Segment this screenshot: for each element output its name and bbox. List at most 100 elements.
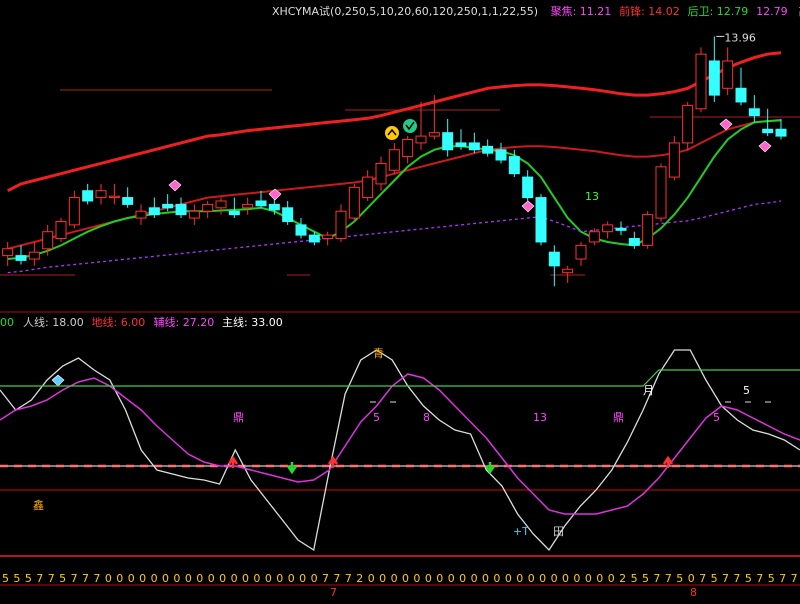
candle[interactable] <box>295 218 307 239</box>
candle-body <box>708 60 720 96</box>
candle[interactable] <box>775 119 787 140</box>
candle[interactable] <box>695 47 707 113</box>
candle[interactable] <box>82 183 94 205</box>
candle[interactable] <box>415 101 427 150</box>
candle-body <box>775 128 787 137</box>
candle[interactable] <box>175 197 187 219</box>
candle-body <box>108 195 120 199</box>
candle[interactable] <box>95 183 107 205</box>
candle-body <box>468 142 480 151</box>
candle-body <box>55 220 67 240</box>
indicator-label: 5 <box>713 411 720 424</box>
candle[interactable] <box>28 241 40 266</box>
bottom-digit: 5 <box>642 572 649 585</box>
bottom-digit: 7 <box>82 572 89 585</box>
candle[interactable] <box>15 245 27 265</box>
candle-body <box>442 132 454 151</box>
bottom-digit: 2 <box>356 572 363 585</box>
candle[interactable] <box>122 187 134 208</box>
candle[interactable] <box>535 194 547 246</box>
candle[interactable] <box>68 190 80 229</box>
candle[interactable] <box>335 204 347 242</box>
candle[interactable] <box>375 156 387 191</box>
bottom-digit: 0 <box>436 572 443 585</box>
candle[interactable] <box>735 67 747 106</box>
candle[interactable] <box>562 265 574 283</box>
candle[interactable] <box>442 119 454 157</box>
candle[interactable] <box>575 241 587 266</box>
candle-body <box>255 200 267 207</box>
bottom-digit: 0 <box>608 572 615 585</box>
candle[interactable] <box>108 183 120 205</box>
candle[interactable] <box>322 231 334 246</box>
diamond-icon <box>521 200 535 213</box>
bottom-digit: 0 <box>539 572 546 585</box>
candle[interactable] <box>655 163 667 222</box>
candle[interactable] <box>55 218 67 242</box>
candle[interactable] <box>708 36 720 102</box>
chart-window: 13.96 13 青鼎 5 8 13 月 5 鼎 5 鑫 +T 田 XHCYMA试(0,250,5,1… <box>0 0 800 600</box>
indicator-label: 鼎 <box>613 411 624 424</box>
candle[interactable] <box>482 139 494 157</box>
bottom-digit: 0 <box>265 572 272 585</box>
candle-body <box>375 162 387 185</box>
candle[interactable] <box>228 197 240 219</box>
candle[interactable] <box>615 221 627 236</box>
candle[interactable] <box>522 170 534 201</box>
candle[interactable] <box>202 200 214 219</box>
header-field: 聚焦: 11.21 <box>551 5 612 18</box>
candle-body <box>735 87 747 103</box>
indicator-label: +T <box>513 525 529 538</box>
candle[interactable] <box>2 241 14 266</box>
candle[interactable] <box>242 197 254 215</box>
candle[interactable] <box>682 101 694 150</box>
bottom-digit: 0 <box>151 572 158 585</box>
candle[interactable] <box>388 142 400 174</box>
headers: XHCYMA试(0,250,5,10,20,60,120,250,1,1,22,… <box>0 4 800 599</box>
candle-body <box>482 145 494 154</box>
indicator-label: 5 <box>743 384 750 397</box>
chart-canvas[interactable]: 13.9613 青鼎 5 8 13月 5鼎 5鑫+T 田 XHCYMA试(0,250,5,1… <box>0 0 800 600</box>
candle[interactable] <box>722 47 734 96</box>
candle[interactable] <box>495 142 507 164</box>
candle[interactable] <box>348 183 360 222</box>
bottom-digit: 5 <box>631 572 638 585</box>
candle-body <box>135 210 147 219</box>
candle[interactable] <box>362 170 374 201</box>
candle[interactable] <box>602 221 614 239</box>
bottom-digit: 7 <box>333 572 340 585</box>
bottom-digit: 5 <box>2 572 9 585</box>
candle-body <box>722 60 734 89</box>
candle[interactable] <box>628 231 640 249</box>
candle-body <box>535 197 547 243</box>
candle-body <box>148 207 160 216</box>
bottom-digit: 0 <box>505 572 512 585</box>
bottom-digit: 5 <box>745 572 752 585</box>
candle[interactable] <box>455 129 467 150</box>
candle[interactable] <box>282 200 294 225</box>
bottom-digit: 7 <box>48 572 55 585</box>
candle[interactable] <box>402 136 414 164</box>
header-field: 主线: 33.00 <box>222 315 283 329</box>
candle-body <box>548 251 560 267</box>
candle[interactable] <box>468 132 480 154</box>
indicator-label: 13 <box>533 411 547 424</box>
price-panel: 13.96 13 <box>0 31 800 287</box>
header-field: 辅线: 27.20 <box>154 315 215 329</box>
header-field: 地线: 6.00 <box>92 315 146 329</box>
up-circle-icon <box>385 126 399 140</box>
candle[interactable] <box>188 204 200 225</box>
bottom-digit: 0 <box>585 572 592 585</box>
candle[interactable] <box>642 211 654 249</box>
candle[interactable] <box>135 204 147 225</box>
bottom-digit: 7 <box>779 572 786 585</box>
candle-body <box>348 186 360 219</box>
candle[interactable] <box>215 197 227 215</box>
candle[interactable] <box>148 197 160 219</box>
bottom-digit: 0 <box>688 572 695 585</box>
candle-body <box>428 132 440 137</box>
candle[interactable] <box>548 245 560 287</box>
candle[interactable] <box>668 136 680 181</box>
candle[interactable] <box>748 95 760 123</box>
bottom-digit: 0 <box>105 572 112 585</box>
